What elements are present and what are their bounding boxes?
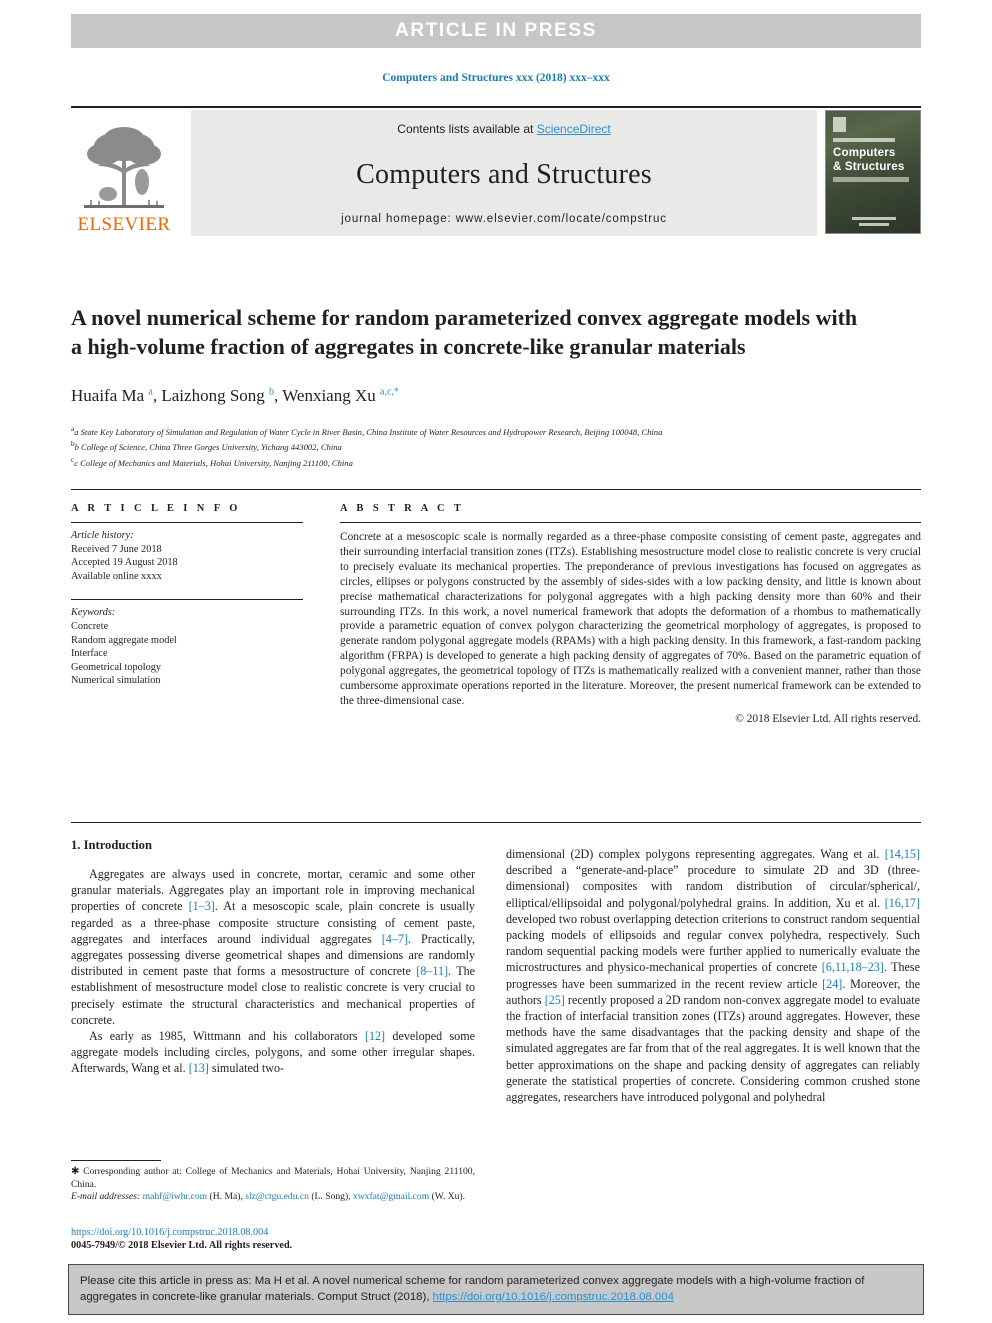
keywords-label: Keywords:: [71, 607, 116, 619]
doi-block: https://doi.org/10.1016/j.compstruc.2018…: [71, 1226, 491, 1253]
history-accepted: Accepted 19 August 2018: [71, 557, 178, 569]
abstract-heading: A B S T R A C T: [340, 503, 465, 514]
keyword-item: Geometrical topology: [71, 661, 162, 673]
keyword-item: Numerical simulation: [71, 675, 161, 687]
abstract-rule: [340, 522, 921, 523]
abstract-band-bottom-rule: [71, 822, 921, 823]
page-title: A novel numerical scheme for random para…: [71, 304, 858, 359]
sciencedirect-link[interactable]: ScienceDirect: [537, 122, 611, 136]
article-history-label: Article history:: [71, 530, 134, 541]
footnote-block: ✱ Corresponding author at: College of Me…: [71, 1166, 475, 1204]
keywords-rule: [71, 599, 303, 601]
history-available: Available online xxxx: [71, 570, 162, 582]
email-addresses-note[interactable]: E-mail addresses: mahf@iwhr.com (H. Ma),…: [71, 1191, 475, 1204]
article-in-press-banner: ARTICLE IN PRESS: [71, 14, 921, 48]
abstract-copyright: © 2018 Elsevier Ltd. All rights reserved…: [735, 712, 921, 725]
body-column-left: Aggregates are always used in concrete, …: [71, 867, 476, 1076]
cite-doi-link[interactable]: https://doi.org/10.1016/j.compstruc.2018…: [433, 1291, 674, 1303]
article-info-heading: A R T I C L E I N F O: [71, 503, 241, 514]
cover-title-line-1: Computers: [833, 147, 896, 159]
author-list: Huaifa Ma a, Laizhong Song b, Wenxiang X…: [71, 386, 399, 405]
please-cite-box: Please cite this article in press as: Ma…: [68, 1264, 924, 1315]
article-history-block: Article history: Received 7 June 2018 Ac…: [71, 529, 303, 583]
doi-link[interactable]: https://doi.org/10.1016/j.compstruc.2018…: [71, 1226, 491, 1239]
cover-title-line-2: & Structures: [833, 161, 905, 173]
journal-running-head: Computers and Structures xxx (2018) xxx–…: [382, 72, 610, 84]
abstract-column: A B S T R A C T Concrete at a mesoscopic…: [340, 503, 921, 725]
elsevier-wordmark: ELSEVIER: [77, 214, 171, 235]
elsevier-logo: ELSEVIER: [71, 110, 177, 236]
issn-copyright-line: 0045-7949/© 2018 Elsevier Ltd. All right…: [71, 1240, 293, 1252]
contents-lists-line: Contents lists available at ScienceDirec…: [397, 122, 610, 136]
body-column-right: dimensional (2D) complex polygons repres…: [506, 847, 920, 1105]
affiliation-text: c College of Mechanics and Materials, Ho…: [74, 457, 353, 468]
abstract-text: Concrete at a mesoscopic scale is normal…: [340, 531, 921, 707]
elsevier-tree-icon: [78, 122, 170, 214]
keyword-item: Random aggregate model: [71, 634, 177, 646]
keyword-item: Concrete: [71, 620, 109, 632]
journal-title: Computers and Structures: [356, 158, 652, 190]
cover-subtitle-bar: [833, 138, 895, 142]
journal-cover-thumbnail: Computers & Structures: [825, 110, 921, 234]
cover-strapline-bar: [833, 177, 909, 182]
cover-footer-bar-2: [859, 223, 889, 226]
corresponding-author-note: ✱ Corresponding author at: College of Me…: [71, 1166, 475, 1190]
abstract-band-top-rule: [71, 489, 921, 490]
journal-homepage-line[interactable]: journal homepage: www.elsevier.com/locat…: [341, 213, 667, 225]
history-received: Received 7 June 2018: [71, 543, 162, 555]
article-info-rule: [71, 522, 303, 523]
affiliation-list: aa State Key Laboratory of Simulation an…: [71, 423, 921, 469]
keywords-block: Keywords: Concrete Random aggregate mode…: [71, 606, 303, 688]
journal-info-box: Contents lists available at ScienceDirec…: [191, 110, 817, 236]
cover-logo-badge: [833, 117, 846, 132]
footnote-separator-rule: [71, 1160, 161, 1161]
article-info-column: A R T I C L E I N F O Article history: R…: [71, 503, 303, 688]
affiliation-item: cc College of Mechanics and Materials, H…: [71, 455, 353, 468]
article-in-press-label: ARTICLE IN PRESS: [395, 20, 597, 41]
affiliation-text: a State Key Laboratory of Simulation and…: [74, 426, 663, 437]
affiliation-text: b College of Science, China Three Gorges…: [74, 442, 342, 453]
section-heading-introduction: 1. Introduction: [71, 838, 152, 852]
cover-footer-bar-1: [852, 217, 896, 220]
keyword-item: Interface: [71, 648, 108, 660]
journal-masthead: ELSEVIER Contents lists available at Sci…: [71, 106, 921, 236]
affiliation-item: bb College of Science, China Three Gorge…: [71, 440, 342, 453]
affiliation-item: aa State Key Laboratory of Simulation an…: [71, 425, 663, 437]
contents-lists-text: Contents lists available at: [397, 122, 537, 136]
